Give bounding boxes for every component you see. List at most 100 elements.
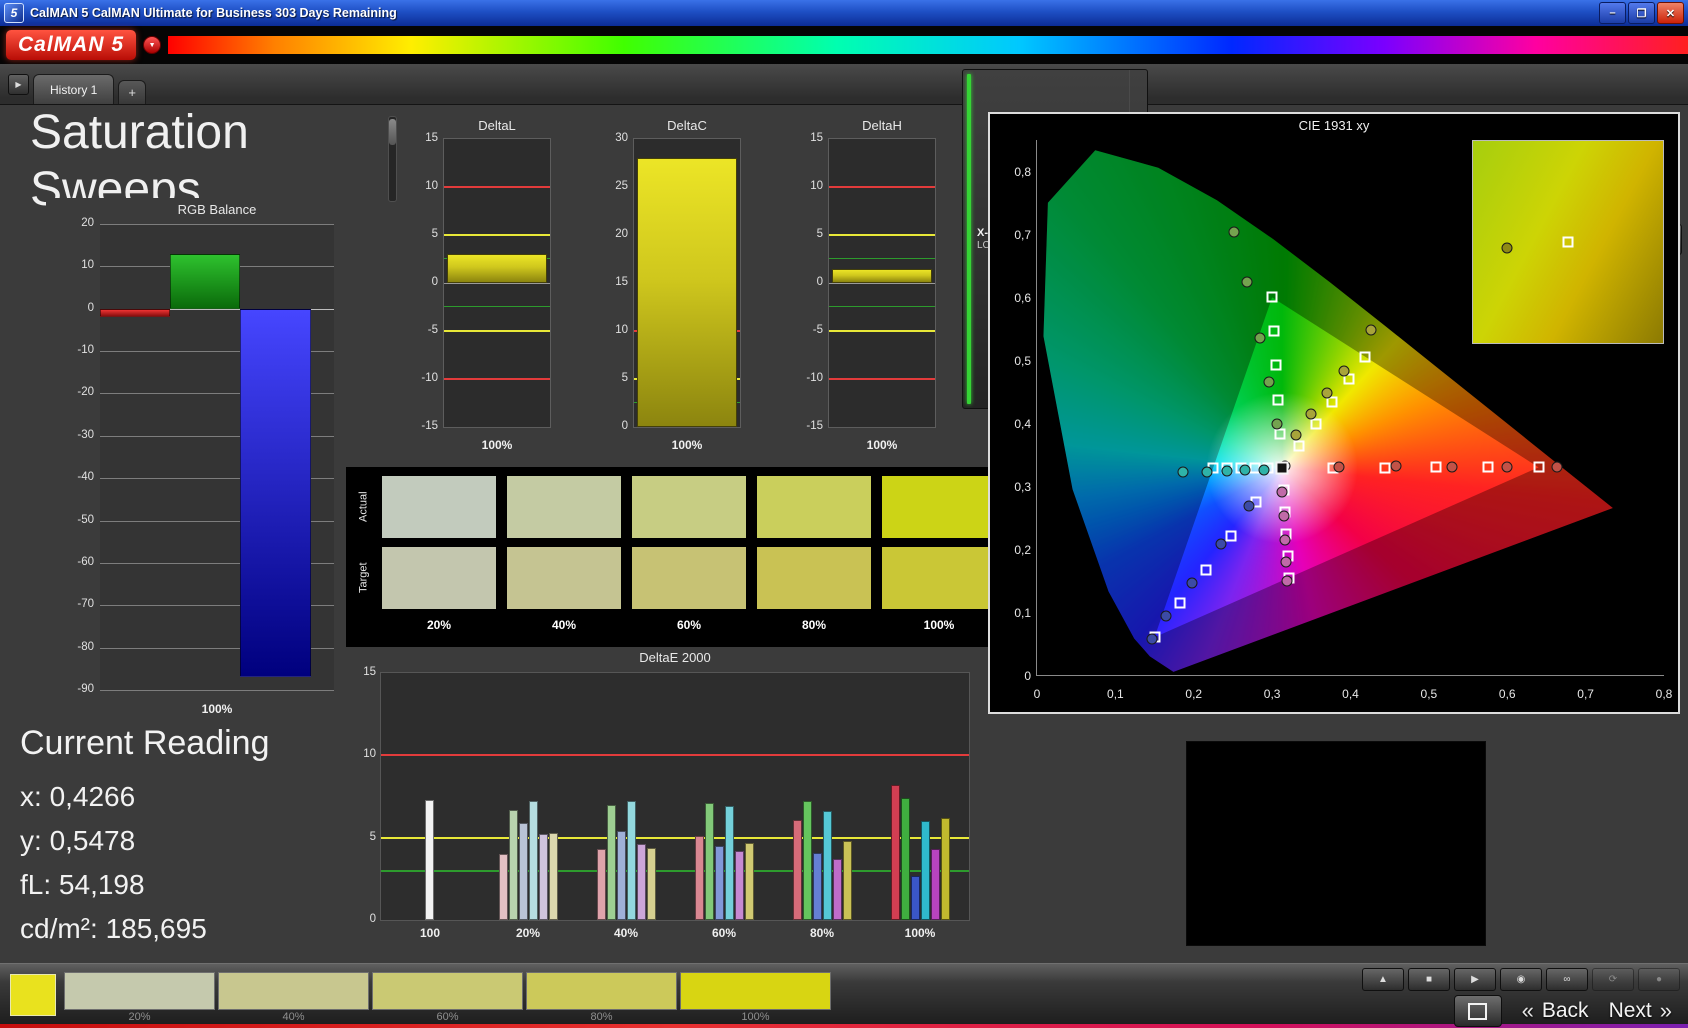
reading-y: y: 0,5478: [20, 825, 269, 857]
chart-title: RGB Balance: [100, 202, 334, 217]
axis-tick-label: 15: [353, 666, 376, 678]
transport-eject-button[interactable]: ▲: [1362, 968, 1404, 991]
transport-record-button[interactable]: ◉: [1500, 968, 1542, 991]
target-point: [1482, 462, 1493, 473]
measurement-point: [1551, 461, 1562, 472]
measurement-point: [1277, 487, 1288, 498]
cie-1931-chart: CIE 1931 xy 0,80,70,60,50,40,30,20,1000,…: [988, 112, 1680, 714]
actual-swatch: [632, 476, 746, 538]
swatch-row: Target: [356, 547, 1046, 609]
current-patch-swatch: [10, 974, 56, 1016]
limit-line: [444, 378, 550, 380]
patch[interactable]: 80%: [526, 972, 677, 1023]
patch[interactable]: 40%: [218, 972, 369, 1023]
column-label: 80%: [757, 618, 871, 634]
current-reading-heading: Current Reading: [20, 724, 269, 763]
new-tab-button[interactable]: +: [118, 80, 146, 104]
column-label: 40%: [507, 618, 621, 634]
toolbar: ▶ History 1 + X-Rite i1Pro 2 LCD Direct …: [0, 64, 1688, 105]
x-axis-label: 100%: [443, 438, 551, 452]
axis-tick-label: 0,4: [1336, 687, 1366, 701]
transport-play-button[interactable]: ▶: [1454, 968, 1496, 991]
x-axis-label: 100%: [828, 438, 936, 452]
rgb-plot-area: 20100-10-20-30-40-50-60-70-80-90: [100, 224, 334, 690]
deltae-bar: [843, 841, 852, 920]
deltae-bar: [715, 846, 724, 920]
measurement-point: [1161, 610, 1172, 621]
axis-tick-label: 0,2: [1179, 687, 1209, 701]
maximize-button[interactable]: ❐: [1628, 2, 1655, 24]
deltae-bar: [519, 823, 528, 920]
actual-swatch: [507, 476, 621, 538]
minimize-button[interactable]: –: [1599, 2, 1626, 24]
axis-tick-label: 0,8: [1649, 687, 1679, 701]
deltae-bar: [695, 836, 704, 920]
group-label: 100: [400, 926, 460, 940]
patch[interactable]: 20%: [64, 972, 215, 1023]
limit-line: [829, 234, 935, 236]
axis-tick-label: -90: [60, 683, 94, 695]
target-swatch: [507, 547, 621, 609]
reading-fl-label: fL:: [20, 869, 51, 900]
stop-pattern-button[interactable]: [1454, 995, 1502, 1027]
page-title-line1: Saturation: [30, 106, 249, 159]
back-button[interactable]: « Back: [1514, 998, 1597, 1024]
patch-swatch: [526, 972, 677, 1010]
axis-tick-label: 0: [60, 302, 94, 314]
gridline: [100, 690, 334, 691]
target-point: [1175, 598, 1186, 609]
chart-zoom-slider[interactable]: [388, 116, 397, 202]
patch[interactable]: 60%: [372, 972, 523, 1023]
measurement-point: [1243, 501, 1254, 512]
plot-area: 151050-5-10-15: [443, 138, 551, 428]
slider-thumb[interactable]: [389, 119, 396, 145]
titlebar: 5 CalMAN 5 CalMAN Ultimate for Business …: [0, 0, 1688, 26]
target-point: [1274, 428, 1285, 439]
deltae-bar: [425, 800, 434, 920]
transport-loop-button[interactable]: ∞: [1546, 968, 1588, 991]
target-point: [1430, 462, 1441, 473]
group-label: 80%: [792, 926, 852, 940]
pattern-bar: 20%40%60%80%100% ▲■▶◉∞⟳● « Back Next »: [0, 963, 1688, 1024]
axis-tick-label: 0: [995, 669, 1031, 683]
chart-title: DeltaC: [633, 118, 741, 133]
delta-bar: [832, 269, 932, 283]
logo-menu-button[interactable]: ▼: [143, 36, 161, 54]
axis-tick-label: 10: [353, 748, 376, 760]
deltae-bar: [705, 803, 714, 920]
transport-controls: ▲■▶◉∞⟳● « Back Next »: [1362, 968, 1680, 1027]
group-label: 40%: [596, 926, 656, 940]
rgb-bar-green: [170, 254, 240, 309]
target-swatch: [382, 547, 496, 609]
limit-line: [444, 330, 550, 332]
rainbow-strip: [168, 36, 1688, 54]
tab-history-1[interactable]: History 1: [33, 74, 114, 104]
target-point: [1269, 326, 1280, 337]
target-point: [1226, 530, 1237, 541]
transport-power-button[interactable]: ●: [1638, 968, 1680, 991]
measurement-point: [1271, 419, 1282, 430]
axis-tick-label: 10: [594, 324, 628, 336]
transport-refresh-button[interactable]: ⟳: [1592, 968, 1634, 991]
delta-h-chart: DeltaH 151050-5-10-15 100%: [790, 118, 942, 458]
measurement-point: [1228, 226, 1239, 237]
measurement-point: [1279, 534, 1290, 545]
measurement-point: [1187, 578, 1198, 589]
axis-tick-label: -70: [60, 598, 94, 610]
expand-history-button[interactable]: ▶: [8, 74, 29, 95]
target-point: [1267, 292, 1278, 303]
next-button[interactable]: Next »: [1601, 998, 1680, 1024]
axis-tick-label: 0,3: [1257, 687, 1287, 701]
deltae-bar: [725, 806, 734, 920]
axis-tick-label: 15: [404, 132, 438, 144]
deltae-bar: [499, 854, 508, 920]
patch[interactable]: 100%: [680, 972, 831, 1023]
axis-tick-label: -80: [60, 641, 94, 653]
close-button[interactable]: ✕: [1657, 2, 1684, 24]
transport-stop-button[interactable]: ■: [1408, 968, 1450, 991]
next-label: Next: [1609, 999, 1652, 1023]
measurement-point: [1282, 575, 1293, 586]
target-point: [1200, 564, 1211, 575]
axis-tick-label: 10: [60, 259, 94, 271]
axis-tick-label: 0: [789, 276, 823, 288]
